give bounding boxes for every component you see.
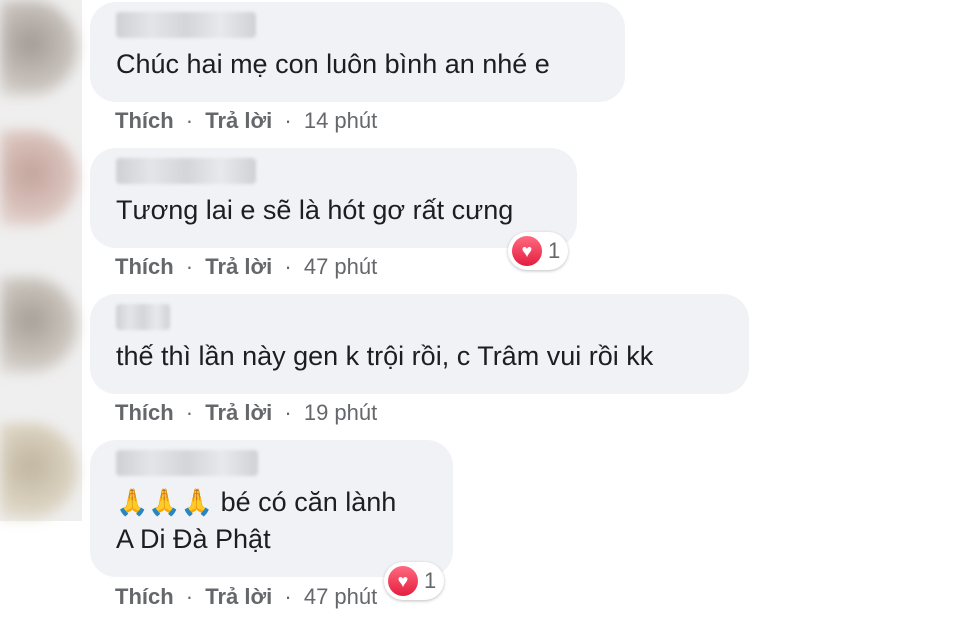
separator: ·: [284, 108, 292, 133]
folded-hands-icon: 🙏🙏🙏: [116, 487, 214, 517]
reaction-badge[interactable]: ♥ 1: [508, 232, 569, 270]
author-name-blurred[interactable]: [116, 158, 256, 184]
comment: Chúc hai mẹ con luôn bình an nhé e Thích…: [90, 2, 625, 133]
comment-bubble: Chúc hai mẹ con luôn bình an nhé e: [90, 2, 625, 102]
timestamp[interactable]: 47 phút: [304, 584, 377, 609]
reply-button[interactable]: Trả lời: [205, 108, 272, 133]
separator: ·: [284, 400, 292, 425]
comment-actions: Thích · Trả lời · 47 phút: [115, 584, 377, 610]
separator: ·: [185, 400, 194, 425]
separator: ·: [185, 108, 194, 133]
author-name-blurred[interactable]: [116, 304, 170, 330]
avatar[interactable]: [0, 423, 78, 519]
timestamp[interactable]: 14 phút: [304, 108, 377, 133]
comment-text: bé có căn lành: [220, 487, 397, 517]
reaction-count: 1: [548, 238, 561, 263]
separator: ·: [185, 584, 194, 609]
like-button[interactable]: Thích: [115, 254, 174, 279]
timestamp[interactable]: 47 phút: [304, 254, 377, 279]
comment-bubble: Tương lai e sẽ là hót gơ rất cưng: [90, 148, 577, 248]
author-name-blurred[interactable]: [116, 450, 258, 476]
comment-text-line: 🙏🙏🙏 bé có căn lành: [116, 484, 427, 521]
comment: 🙏🙏🙏 bé có căn lành A Di Đà Phật ♥ 1 Thíc…: [90, 440, 453, 609]
separator: ·: [185, 254, 194, 279]
author-name-blurred[interactable]: [116, 12, 256, 38]
comment-text: A Di Đà Phật: [116, 524, 271, 554]
reply-button[interactable]: Trả lời: [205, 400, 272, 425]
separator: ·: [284, 584, 292, 609]
like-button[interactable]: Thích: [115, 400, 174, 425]
reaction-badge[interactable]: ♥ 1: [384, 562, 445, 600]
comment-text: Tương lai e sẽ là hót gơ rất cưng: [116, 195, 514, 225]
comment-text: Chúc hai mẹ con luôn bình an nhé e: [116, 49, 550, 79]
reaction-count: 1: [424, 568, 437, 593]
comment-actions: Thích · Trả lời · 19 phút: [115, 400, 377, 426]
like-button[interactable]: Thích: [115, 584, 174, 609]
heart-icon: ♥: [512, 236, 542, 266]
comment-actions: Thích · Trả lời · 47 phút: [115, 254, 377, 280]
avatar[interactable]: [0, 0, 78, 96]
avatar[interactable]: [0, 277, 78, 373]
comment-bubble: thế thì lần này gen k trội rồi, c Trâm v…: [90, 294, 749, 394]
avatar[interactable]: [0, 130, 78, 226]
comment-text: thế thì lần này gen k trội rồi, c Trâm v…: [116, 341, 654, 371]
avatar-column: [0, 0, 82, 521]
comment: thế thì lần này gen k trội rồi, c Trâm v…: [90, 294, 749, 425]
timestamp[interactable]: 19 phút: [304, 400, 377, 425]
like-button[interactable]: Thích: [115, 108, 174, 133]
reply-button[interactable]: Trả lời: [205, 254, 272, 279]
comment-actions: Thích · Trả lời · 14 phút: [115, 108, 377, 134]
heart-icon: ♥: [388, 566, 418, 596]
reply-button[interactable]: Trả lời: [205, 584, 272, 609]
comment-bubble: 🙏🙏🙏 bé có căn lành A Di Đà Phật: [90, 440, 453, 577]
comment: Tương lai e sẽ là hót gơ rất cưng ♥ 1 Th…: [90, 148, 577, 279]
separator: ·: [284, 254, 292, 279]
